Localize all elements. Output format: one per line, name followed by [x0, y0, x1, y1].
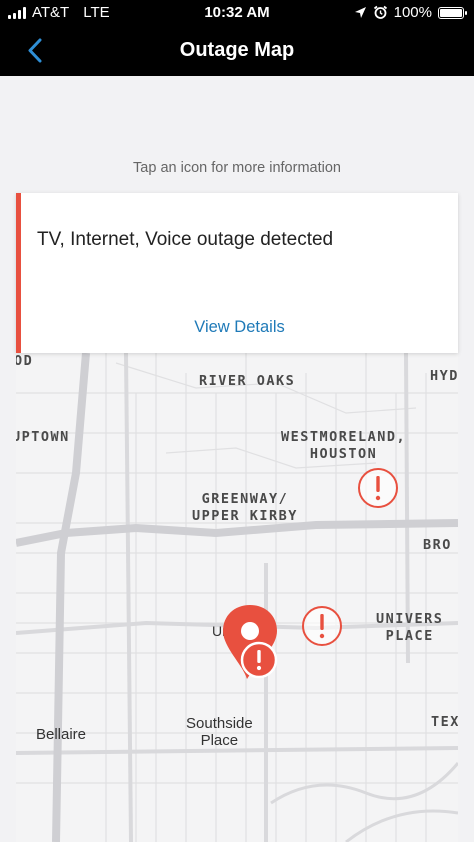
view-details-link[interactable]: View Details [21, 318, 458, 337]
status-right: 100% [354, 4, 467, 21]
map-label-uptown: UPTOWN [16, 429, 70, 445]
map-label-river-oaks: RIVER OAKS [199, 373, 296, 389]
alarm-icon [373, 5, 387, 19]
battery-percent: 100% [393, 4, 432, 21]
nav-bar: Outage Map [0, 26, 474, 76]
battery-icon [438, 6, 467, 19]
map-label-od: OD [16, 353, 34, 369]
exclamation-circle-icon [358, 468, 398, 508]
map-label-bellaire: Bellaire [36, 726, 87, 743]
map-label-hyd: HYD [430, 368, 458, 384]
map-hint: Tap an icon for more information [133, 160, 341, 176]
exclamation-circle-icon [302, 606, 342, 646]
outage-card[interactable]: TV, Internet, Voice outage detected View… [16, 193, 458, 353]
map-label-southside-place: Southside Place [186, 715, 253, 749]
map-label-bro: BRO [423, 537, 452, 553]
battery-fill [440, 8, 462, 17]
status-bar: AT&T LTE 10:32 AM 100% [0, 0, 474, 26]
outage-marker[interactable] [357, 467, 399, 509]
location-pin-shape [223, 605, 278, 679]
outage-marker[interactable] [301, 605, 343, 647]
page-title: Outage Map [179, 39, 295, 61]
location-arrow-icon [354, 7, 366, 18]
outage-title: TV, Internet, Voice outage detected [37, 229, 334, 250]
map-label-tex: TEX [431, 714, 458, 730]
map-label-university-place: UNIVERS PLACE [376, 611, 444, 644]
map-label-greenway: GREENWAY/ UPPER KIRBY [192, 491, 298, 524]
map-label-westmoreland: WESTMORELAND, HOUSTON [281, 429, 407, 462]
location-pin-icon[interactable] [219, 603, 281, 685]
